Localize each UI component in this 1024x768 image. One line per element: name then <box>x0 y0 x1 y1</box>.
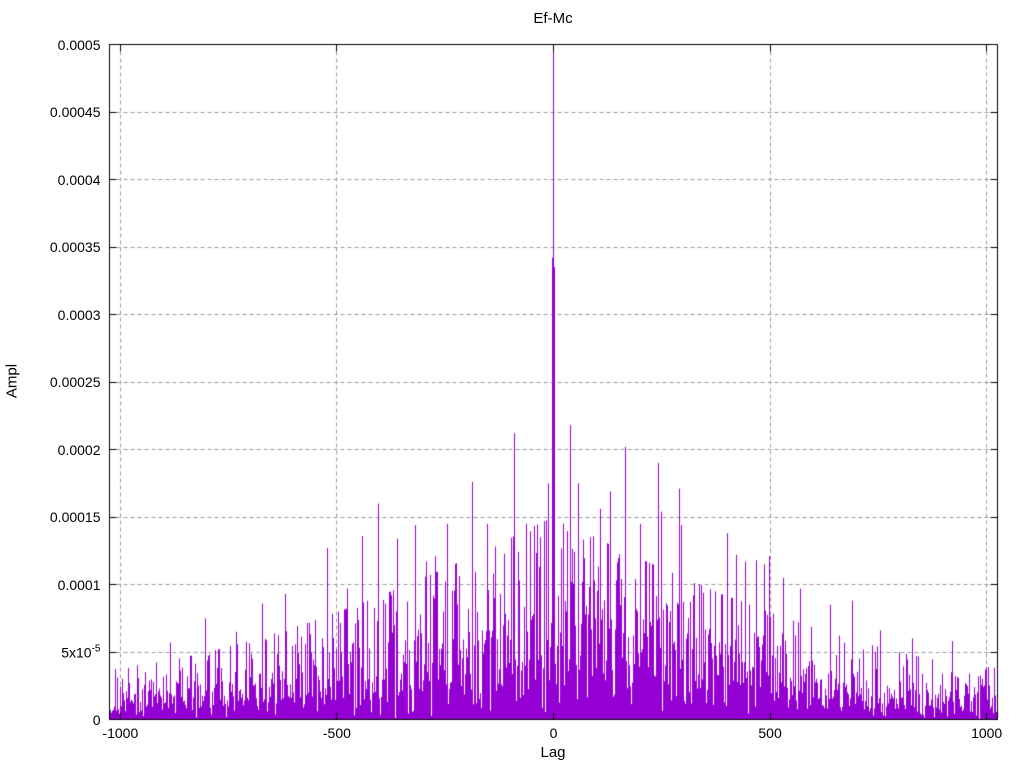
x-tick-label: 500 <box>758 724 782 741</box>
correlation-plot-canvas <box>0 0 1024 768</box>
y-tick-label: 0.0004 <box>57 171 101 188</box>
y-tick-label: 0.00015 <box>49 509 101 525</box>
y-axis-label: Ampl <box>3 363 21 399</box>
y-tick-label: 0.0003 <box>57 306 101 323</box>
x-tick-label: 1000 <box>971 724 1003 741</box>
y-tick-label: 0.00025 <box>49 374 101 390</box>
x-axis-label: Lag <box>540 744 566 761</box>
x-tick-label: -1000 <box>102 724 139 741</box>
y-tick-label: 0 <box>92 711 101 728</box>
y-tick-label: 0.0005 <box>57 36 101 53</box>
chart-title: Ef-Mc <box>533 10 573 27</box>
y-tick-label: 5x10-5 <box>61 643 101 661</box>
gnuplot-chart-window: Ef-Mc Ampl Lag 0 5x10-5 0.0001 0.00015 0.000… <box>0 0 1024 768</box>
y-tick-label: 0.00045 <box>49 104 101 120</box>
y-tick-label: 0.0002 <box>57 441 101 458</box>
x-tick-label: -500 <box>322 724 351 741</box>
y-tick-label: 0.00035 <box>49 239 101 255</box>
x-tick-label: 0 <box>549 724 558 741</box>
y-tick-label: 0.0001 <box>57 576 101 593</box>
